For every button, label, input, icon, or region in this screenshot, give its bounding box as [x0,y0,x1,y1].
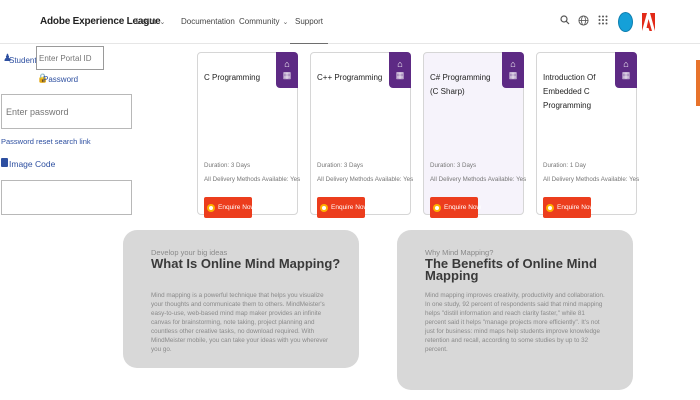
enquire-label: Enquire Now [331,204,369,211]
nav-learn[interactable]: Learn ⌄ [136,17,165,26]
feature-body: Mind mapping improves creativity, produc… [425,292,605,353]
course-badge: ⌂ ▦ [389,52,411,88]
course-title: C++ Programming [317,73,383,82]
course-duration: Duration: 3 Days [204,162,251,169]
apps-grid-icon[interactable] [596,13,610,27]
feedback-tab[interactable] [696,60,700,106]
nav-documentation-label: Documentation [181,17,235,26]
enquire-label: Enquire Now [557,204,595,211]
avatar[interactable] [618,12,633,32]
course-title: C Programming [204,73,261,82]
graduation-cap-icon: ⌂ [623,59,629,69]
course-badge: ⌂ ▦ [502,52,524,88]
adobe-logo[interactable] [642,13,655,31]
password-label: Password [43,75,79,84]
course-delivery: All Delivery Methods Available: Yes [204,176,301,183]
certificate-icon: ▦ [395,70,405,80]
enquire-label: Enquire Now [444,204,482,211]
course-delivery: All Delivery Methods Available: Yes [430,176,527,183]
nav-learn-label: Learn [136,17,157,26]
nav-community-label: Community [239,17,280,26]
course-title: Introduction Of Embedded C Programming [543,73,596,110]
graduation-cap-icon: ⌂ [397,59,403,69]
feature-title: What Is Online Mind Mapping? [151,256,341,271]
enquire-button[interactable]: Enquire Now [430,197,482,218]
feature-card-benefits: Why Mind Mapping? The Benefits of Online… [397,230,633,390]
course-duration: Duration: 3 Days [317,162,364,169]
image-code-field[interactable] [1,180,132,215]
enquire-label: Enquire Now [218,204,256,211]
top-navigation: Adobe Experience League Learn ⌄ Documenta… [0,0,700,44]
chevron-down-icon: ⌄ [159,19,166,26]
nav-support-label: Support [294,17,324,26]
enquire-icon [433,203,441,212]
enquire-icon [320,203,328,212]
nav-documentation[interactable]: Documentation [181,17,235,26]
course-badge: ⌂ ▦ [615,52,637,88]
image-code-icon [1,158,8,167]
chevron-down-icon: ⌄ [282,19,289,26]
course-card[interactable]: C# Programming (C Sharp) ⌂ ▦ Duration: 3… [423,52,527,218]
search-icon[interactable] [558,13,572,27]
course-title: C# Programming (C Sharp) [430,73,491,96]
course-delivery: All Delivery Methods Available: Yes [543,176,640,183]
enquire-icon [546,203,554,212]
globe-icon[interactable] [576,13,590,27]
student-id-input[interactable] [36,46,104,70]
course-duration: Duration: 1 Day [543,162,586,169]
course-badge: ⌂ ▦ [276,52,298,88]
graduation-cap-icon: ⌂ [284,59,290,69]
forgot-password-link[interactable]: Password reset search link [1,137,91,146]
certificate-icon: ▦ [508,70,518,80]
feature-body: Mind mapping is a powerful technique tha… [151,292,329,353]
nav-community[interactable]: Community ⌄ [239,17,288,26]
course-delivery: All Delivery Methods Available: Yes [317,176,414,183]
course-card[interactable]: C Programming ⌂ ▦ Duration: 3 Days All D… [197,52,301,218]
enquire-button[interactable]: Enquire Now [317,197,369,218]
course-card[interactable]: C++ Programming ⌂ ▦ Duration: 3 Days All… [310,52,414,218]
certificate-icon: ▦ [282,70,292,80]
enquire-button[interactable]: Enquire Now [204,197,256,218]
image-code-label: Image Code [9,159,56,169]
graduation-cap-icon: ⌂ [510,59,516,69]
course-duration: Duration: 3 Days [430,162,477,169]
nav-support[interactable]: Support [290,17,328,44]
feature-card-online-mind-mapping: Develop your big ideas What Is Online Mi… [123,230,359,368]
enquire-button[interactable]: Enquire Now [543,197,595,218]
certificate-icon: ▦ [621,70,631,80]
enquire-icon [207,203,215,212]
password-input[interactable] [1,94,132,129]
course-card[interactable]: Introduction Of Embedded C Programming ⌂… [536,52,640,218]
feature-title: The Benefits of Online Mind Mapping [425,256,597,283]
